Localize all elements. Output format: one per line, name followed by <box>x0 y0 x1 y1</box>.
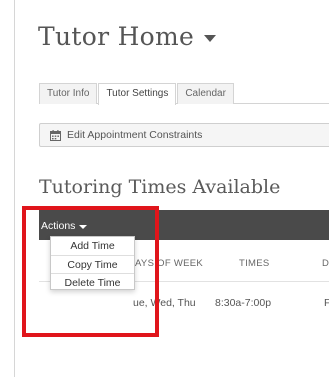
tab-tutor-info[interactable]: Tutor Info <box>39 83 98 104</box>
page-title-dropdown[interactable]: Tutor Home <box>38 22 217 51</box>
menu-item-delete-time[interactable]: Delete Time <box>51 273 134 291</box>
calendar-icon <box>50 129 61 141</box>
cell-times: 8:30a-7:00p <box>215 297 272 309</box>
column-header-days-of-week[interactable]: AYS OF WEEK <box>135 258 203 269</box>
menu-item-add-time[interactable]: Add Time <box>51 237 134 255</box>
column-header-clipped[interactable]: D <box>322 258 329 269</box>
column-header-times[interactable]: TIMES <box>239 258 270 269</box>
caret-down-icon <box>79 224 88 229</box>
tab-calendar[interactable]: Calendar <box>177 83 234 104</box>
edit-appointment-constraints-button[interactable]: Edit Appointment Constraints <box>39 123 329 147</box>
page-title: Tutor Home <box>38 22 195 51</box>
tab-tutor-settings[interactable]: Tutor Settings <box>98 83 177 105</box>
chevron-down-icon <box>204 35 217 42</box>
actions-dropdown-button[interactable]: Actions <box>41 220 88 232</box>
actions-dropdown-menu: Add Time Copy Time Delete Time <box>50 236 135 290</box>
menu-item-copy-time[interactable]: Copy Time <box>51 255 134 273</box>
cell-days-of-week: ue, Wed, Thu <box>133 297 196 309</box>
section-title: Tutoring Times Available <box>39 176 281 198</box>
actions-label: Actions <box>41 220 76 232</box>
tab-bar: Tutor Info Tutor Settings Calendar <box>39 83 329 105</box>
edit-appointment-constraints-label: Edit Appointment Constraints <box>67 129 203 141</box>
cell-clipped: F <box>324 297 329 309</box>
